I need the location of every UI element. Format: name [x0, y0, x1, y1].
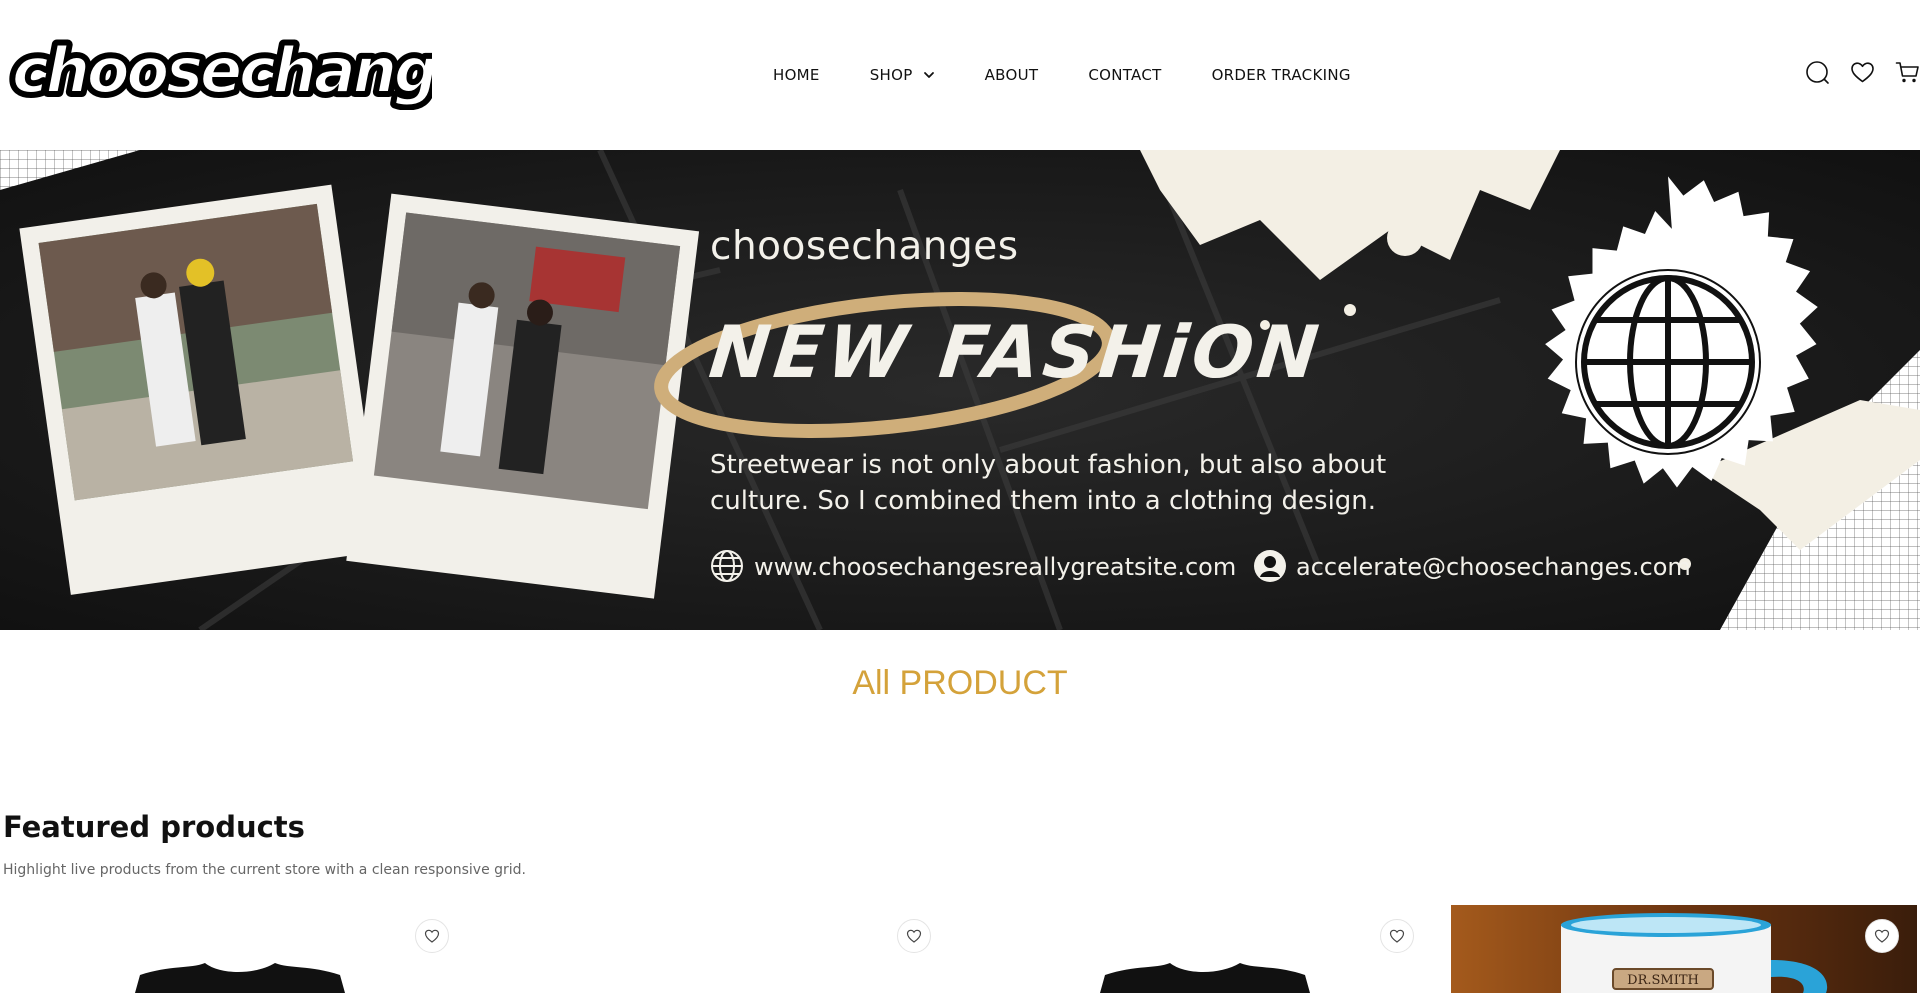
banner-description: Streetwear is not only about fashion, bu… [710, 450, 1387, 516]
logo-wordmark: choosechanges [12, 36, 432, 107]
header-actions [1805, 60, 1920, 85]
chevron-down-icon [923, 72, 934, 78]
site-header: choosechanges choosechanges HOME SHOP AB… [0, 0, 1920, 150]
heart-icon [424, 929, 440, 943]
banner-email: accelerate@choosechanges.com [1252, 550, 1691, 584]
product-image [965, 905, 1432, 993]
nav-shop-label: SHOP [869, 66, 913, 84]
wishlist-button[interactable] [1380, 919, 1414, 953]
heart-icon [906, 929, 922, 943]
mug-label: DR.SMITH [1627, 973, 1699, 988]
product-image [0, 905, 467, 993]
banner-website: www.choosechangesreallygreatsite.com [710, 550, 1236, 584]
banner-headline: NEW FASHiON [705, 310, 1327, 394]
wishlist-button[interactable] [1865, 919, 1899, 953]
nav-contact[interactable]: CONTACT [1088, 66, 1161, 84]
featured-products-subtitle: Highlight live products from the current… [3, 862, 527, 878]
globe-icon [710, 550, 744, 584]
banner-brand: choosechanges [710, 224, 1019, 269]
heart-icon [1389, 929, 1405, 943]
banner-email-text: accelerate@choosechanges.com [1296, 553, 1691, 581]
nav-contact-label: CONTACT [1088, 66, 1162, 84]
nav-order-tracking-label: ORDER TRACKING [1211, 66, 1351, 84]
product-card[interactable] [965, 905, 1432, 993]
banner-website-text: www.choosechangesreallygreatsite.com [754, 553, 1237, 581]
product-card[interactable]: DR.SMITH [1451, 905, 1917, 993]
heart-icon[interactable] [1850, 60, 1875, 85]
main-nav: HOME SHOP ABOUT CONTACT ORDER TRACKING [773, 0, 1351, 150]
product-card[interactable] [482, 905, 949, 993]
featured-products-title: Featured products [3, 810, 305, 844]
product-card[interactable] [0, 905, 467, 993]
nav-order-tracking[interactable]: ORDER TRACKING [1212, 66, 1351, 84]
nav-about[interactable]: ABOUT [985, 66, 1039, 84]
site-logo[interactable]: choosechanges choosechanges [6, 36, 432, 110]
wishlist-button[interactable] [415, 919, 449, 953]
heart-icon [1874, 929, 1890, 943]
all-product-heading: All PRODUCT [852, 664, 1068, 702]
product-grid: DR.SMITH [0, 905, 1920, 993]
search-icon[interactable] [1805, 60, 1830, 85]
nav-home-label: HOME [773, 66, 820, 84]
hero-banner[interactable]: choosechanges NEW FASHiON Streetwear is … [0, 150, 1920, 630]
product-image: DR.SMITH [1451, 905, 1917, 993]
nav-home[interactable]: HOME [773, 66, 820, 84]
product-image [482, 905, 949, 993]
nav-about-label: ABOUT [984, 66, 1039, 84]
nav-shop[interactable]: SHOP [870, 66, 935, 84]
wishlist-button[interactable] [897, 919, 931, 953]
cart-icon[interactable] [1895, 60, 1920, 85]
user-icon [1252, 550, 1286, 584]
